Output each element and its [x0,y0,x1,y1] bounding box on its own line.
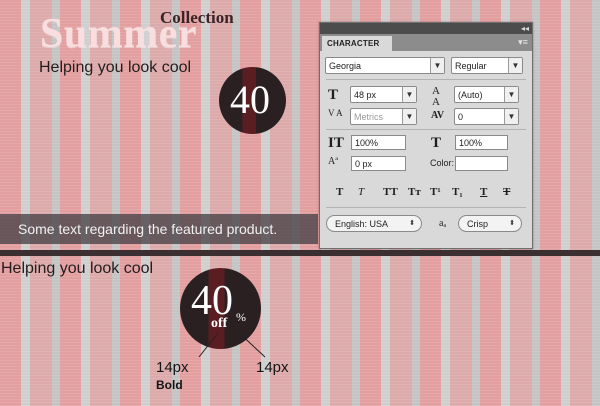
antialias-select[interactable]: Crisp ⬍ [458,215,522,232]
panel-separator [326,79,526,80]
color-swatch[interactable] [455,156,508,171]
subscript-button[interactable]: T₁ [452,186,463,198]
leading-value: (Auto) [458,90,483,100]
annotation-right-size: 14px [256,359,289,376]
language-select[interactable]: English: USA ⬍ [326,215,422,232]
callout-line-left [198,332,219,358]
chevron-down-icon: ▼ [504,109,518,124]
annotation-left-weight: Bold [156,378,183,392]
character-panel: ◂◂ CHARACTER ▾≡ Georgia ▼ Regular ▼ T 48… [319,22,533,249]
chevron-down-icon: ▼ [508,58,522,73]
all-caps-button[interactable]: TT [383,186,398,198]
font-size-icon: T [328,87,339,103]
chevron-down-icon: ▼ [402,109,416,124]
kerning-select[interactable]: Metrics ▼ [350,108,417,125]
tracking-value: 0 [458,112,464,122]
panel-tab-row: CHARACTER ▾≡ [320,34,532,51]
tracking-select[interactable]: 0 ▼ [454,108,519,125]
panel-titlebar[interactable]: ◂◂ [320,23,532,34]
font-style-value: Regular [455,61,487,71]
font-size-select[interactable]: 48 px ▼ [350,86,417,103]
font-family-value: Georgia [329,61,362,71]
antialias-icon: aₐ [439,218,447,229]
panel-separator [326,207,526,208]
annotation-left-size: 14px [156,359,189,376]
font-style-select[interactable]: Regular ▼ [451,57,523,74]
tab-character[interactable]: CHARACTER [322,36,392,51]
chevron-updown-icon: ⬍ [409,220,415,227]
vertical-scale-icon: IT [328,135,344,151]
font-size-value: 48 px [354,90,377,100]
chevron-down-icon: ▼ [504,87,518,102]
underline-button[interactable]: T [480,186,487,198]
superscript-button[interactable]: T¹ [430,186,441,198]
leading-select[interactable]: (Auto) ▼ [454,86,519,103]
kerning-value: Metrics [354,112,383,122]
antialias-value: Crisp [467,219,489,229]
collapse-icon[interactable]: ◂◂ [521,23,529,34]
chevron-updown-icon: ⬍ [509,220,515,227]
color-label: Color: [430,158,455,168]
panel-menu-icon[interactable]: ▾≡ [516,36,530,48]
leading-icon: AA [432,85,440,108]
tracking-icon: AV [431,110,445,121]
horizontal-scale-icon: T [431,135,442,151]
faux-italic-button[interactable]: T [358,186,364,198]
panel-separator [326,129,526,130]
language-value: English: USA [335,219,389,229]
callout-line-right [235,329,266,358]
strikethrough-button[interactable]: T [503,186,510,198]
baseline-shift-field[interactable]: 0 px [351,156,406,171]
chevron-down-icon: ▼ [402,87,416,102]
vertical-scale-field[interactable]: 100% [351,135,406,150]
font-family-select[interactable]: Georgia ▼ [325,57,445,74]
kerning-icon: V A [328,108,343,118]
horizontal-scale-field[interactable]: 100% [455,135,508,150]
baseline-shift-icon: Aª [328,156,338,167]
small-caps-button[interactable]: Tт [408,186,421,198]
faux-bold-button[interactable]: T [336,186,343,198]
chevron-down-icon: ▼ [430,58,444,73]
